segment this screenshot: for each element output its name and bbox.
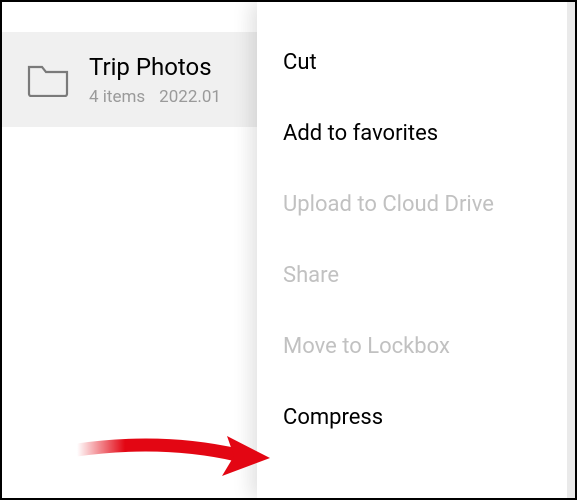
- menu-item-share[interactable]: Share: [257, 240, 567, 311]
- folder-meta: 4 items 2022.01: [89, 87, 221, 107]
- annotation-arrow: [72, 430, 270, 485]
- scroll-edge: [567, 2, 575, 498]
- folder-info: Trip Photos 4 items 2022.01: [89, 53, 221, 107]
- menu-item-add-favorites[interactable]: Add to favorites: [257, 98, 567, 169]
- file-manager-screen: Trip Photos 4 items 2022.01 Cut Add to f…: [2, 2, 575, 498]
- menu-item-compress[interactable]: Compress: [257, 382, 567, 453]
- folder-icon: [27, 62, 69, 97]
- context-menu: Cut Add to favorites Upload to Cloud Dri…: [257, 2, 567, 498]
- folder-date: 2022.01: [159, 87, 221, 107]
- folder-name: Trip Photos: [89, 53, 221, 81]
- menu-item-cut[interactable]: Cut: [257, 27, 567, 98]
- menu-item-upload-cloud[interactable]: Upload to Cloud Drive: [257, 169, 567, 240]
- folder-items-count: 4 items: [89, 87, 145, 107]
- menu-item-move-lockbox[interactable]: Move to Lockbox: [257, 311, 567, 382]
